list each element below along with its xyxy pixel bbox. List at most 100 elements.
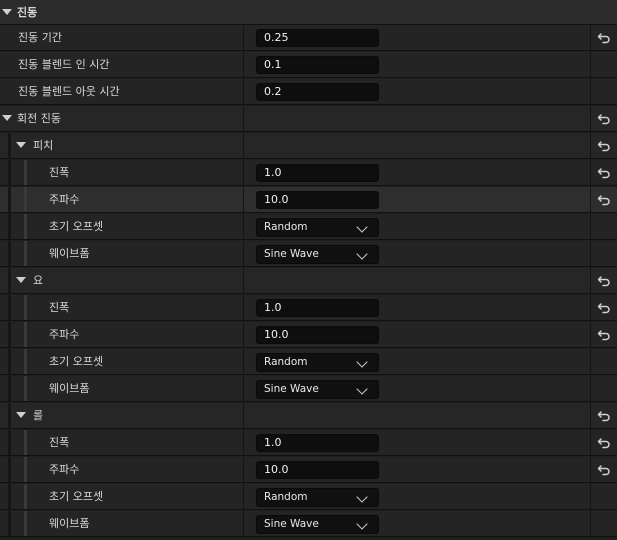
roll-waveform-dropdown[interactable]: Sine Wave — [256, 515, 379, 534]
reset-to-default-icon[interactable] — [597, 409, 611, 423]
property-row-roll-offset: 초기 오프셋 Random — [0, 484, 617, 510]
reset-to-default-icon[interactable] — [597, 166, 611, 180]
details-panel: 진동 진동 기간 0.25 진동 블렌드 인 시간 0.1 진동 블렌드 아웃 … — [0, 0, 617, 540]
expand-arrow-icon[interactable] — [16, 412, 26, 418]
property-label: 회전 진동 — [17, 112, 61, 125]
reset-to-default-icon[interactable] — [597, 193, 611, 207]
roll-frequency-input[interactable]: 10.0 — [256, 461, 379, 479]
column-divider[interactable] — [243, 376, 244, 401]
property-label: 주파수 — [49, 328, 80, 341]
reset-to-default-icon[interactable] — [597, 301, 611, 315]
column-divider[interactable] — [243, 484, 244, 509]
column-divider[interactable] — [243, 52, 244, 77]
group-header-pitch[interactable]: 피치 — [0, 133, 617, 159]
reset-to-default-icon[interactable] — [597, 436, 611, 450]
dropdown-value: Random — [264, 491, 308, 503]
column-divider[interactable] — [243, 349, 244, 374]
yaw-amplitude-input[interactable]: 1.0 — [256, 299, 379, 317]
column-divider[interactable] — [243, 241, 244, 266]
reset-to-default-icon[interactable] — [597, 139, 611, 153]
indent-guide — [8, 133, 11, 158]
reset-to-default-icon[interactable] — [597, 328, 611, 342]
group-header-roll[interactable]: 롤 — [0, 403, 617, 429]
indent-guide — [8, 349, 11, 374]
reset-to-default-icon[interactable] — [597, 112, 611, 126]
column-divider[interactable] — [243, 25, 244, 50]
column-divider[interactable] — [243, 403, 244, 428]
duration-input[interactable]: 0.25 — [256, 29, 379, 47]
property-row-blend-in: 진동 블렌드 인 시간 0.1 — [0, 52, 617, 78]
column-divider[interactable] — [243, 79, 244, 104]
column-divider[interactable] — [243, 268, 244, 293]
property-label: 웨이브폼 — [49, 517, 90, 530]
property-row-blend-out: 진동 블렌드 아웃 시간 0.2 — [0, 79, 617, 105]
expand-arrow-icon[interactable] — [2, 9, 12, 15]
reset-to-default-icon[interactable] — [597, 31, 611, 45]
indent-guide — [8, 484, 11, 509]
reset-cell — [590, 403, 617, 428]
column-divider — [590, 241, 591, 266]
expand-arrow-icon[interactable] — [16, 142, 26, 148]
reset-to-default-icon[interactable] — [597, 463, 611, 477]
property-label: 진폭 — [49, 301, 70, 314]
column-divider — [590, 511, 591, 536]
property-label: 웨이브폼 — [49, 247, 90, 260]
indent-guide — [8, 214, 11, 239]
dropdown-value: Sine Wave — [264, 383, 319, 395]
column-divider[interactable] — [243, 214, 244, 239]
indent-guide — [24, 214, 27, 239]
reset-to-default-icon[interactable] — [597, 274, 611, 288]
yaw-waveform-dropdown[interactable]: Sine Wave — [256, 380, 379, 399]
column-divider — [590, 376, 591, 401]
roll-offset-dropdown[interactable]: Random — [256, 488, 379, 507]
indent-guide — [8, 295, 11, 320]
indent-guide — [24, 457, 27, 482]
column-divider[interactable] — [243, 430, 244, 455]
property-row-roll-waveform: 웨이브폼 Sine Wave — [0, 511, 617, 537]
dropdown-value: Random — [264, 356, 308, 368]
column-divider[interactable] — [243, 106, 244, 131]
column-divider[interactable] — [243, 187, 244, 212]
column-divider[interactable] — [243, 322, 244, 347]
dropdown-value: Sine Wave — [264, 518, 319, 530]
reset-cell — [590, 457, 617, 482]
indent-guide — [8, 430, 11, 455]
column-divider[interactable] — [243, 295, 244, 320]
pitch-waveform-dropdown[interactable]: Sine Wave — [256, 245, 379, 264]
group-label: 피치 — [33, 139, 54, 152]
column-divider[interactable] — [243, 457, 244, 482]
dropdown-value: Random — [264, 221, 308, 233]
expand-arrow-icon[interactable] — [2, 115, 12, 121]
column-divider[interactable] — [243, 133, 244, 158]
reset-cell — [590, 25, 617, 50]
reset-cell — [590, 268, 617, 293]
category-header-vibration[interactable]: 진동 — [0, 0, 617, 25]
property-row-pitch-offset: 초기 오프셋 Random — [0, 214, 617, 240]
roll-amplitude-input[interactable]: 1.0 — [256, 434, 379, 452]
column-divider[interactable] — [243, 511, 244, 536]
yaw-frequency-input[interactable]: 10.0 — [256, 326, 379, 344]
pitch-offset-dropdown[interactable]: Random — [256, 218, 379, 237]
yaw-offset-dropdown[interactable]: Random — [256, 353, 379, 372]
blend-in-input[interactable]: 0.1 — [256, 56, 379, 74]
pitch-amplitude-input[interactable]: 1.0 — [256, 164, 379, 182]
chevron-down-icon — [356, 248, 368, 260]
rotation-oscillation-row[interactable]: 회전 진동 — [0, 106, 617, 132]
chevron-down-icon — [356, 518, 368, 530]
reset-cell — [590, 322, 617, 347]
column-divider[interactable] — [243, 160, 244, 185]
reset-cell — [590, 133, 617, 158]
pitch-frequency-input[interactable]: 10.0 — [256, 191, 379, 209]
indent-guide — [8, 403, 11, 428]
blend-out-input[interactable]: 0.2 — [256, 83, 379, 101]
property-row-yaw-offset: 초기 오프셋 Random — [0, 349, 617, 375]
property-row-duration: 진동 기간 0.25 — [0, 25, 617, 51]
property-label: 진폭 — [49, 436, 70, 449]
indent-guide — [24, 322, 27, 347]
expand-arrow-icon[interactable] — [16, 277, 26, 283]
indent-guide — [24, 349, 27, 374]
group-header-yaw[interactable]: 요 — [0, 268, 617, 294]
dropdown-value: Sine Wave — [264, 248, 319, 260]
column-divider — [590, 79, 591, 104]
property-label: 초기 오프셋 — [49, 220, 104, 233]
